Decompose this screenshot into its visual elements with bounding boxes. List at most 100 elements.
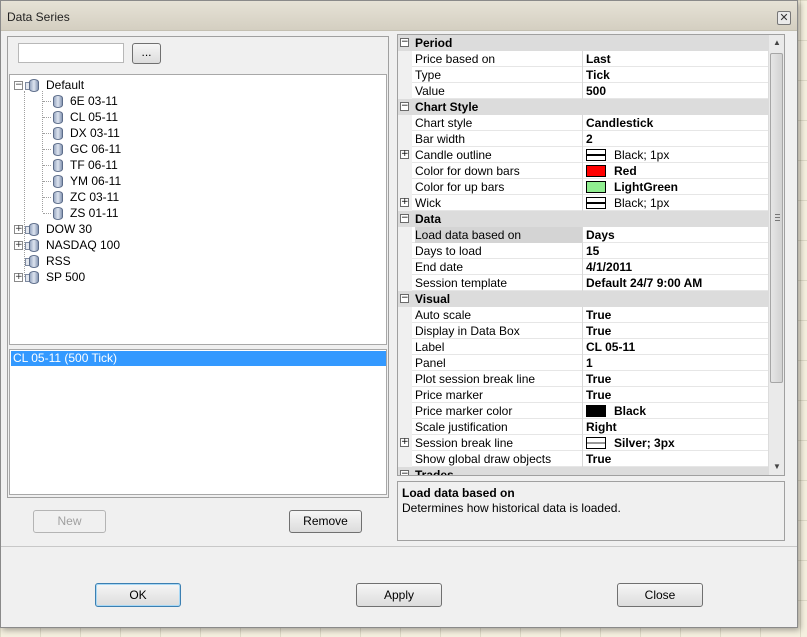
tree-node-dow-30[interactable]: + DOW 30 (14, 221, 92, 237)
property-value[interactable]: True (586, 451, 768, 467)
property-value[interactable]: Tick (586, 67, 768, 83)
category-label: Visual (415, 292, 451, 306)
property-row[interactable]: Show global draw objects True (398, 451, 768, 467)
tree-node-6e[interactable]: 6E 03-11 (43, 93, 118, 109)
property-row[interactable]: Plot session break line True (398, 371, 768, 387)
property-value[interactable]: 4/1/2011 (586, 259, 768, 275)
property-value[interactable]: Days (586, 227, 768, 243)
tree-node-cl[interactable]: CL 05-11 (43, 109, 119, 125)
property-row[interactable]: Price based on Last (398, 51, 768, 67)
close-icon[interactable]: ✕ (777, 11, 791, 25)
instrument-icon (52, 126, 64, 140)
new-button[interactable]: New (33, 510, 106, 533)
property-row[interactable]: Bar width 2 (398, 131, 768, 147)
collapse-icon[interactable]: − (400, 470, 409, 475)
instrument-search-input[interactable] (18, 43, 124, 63)
expand-icon[interactable]: + (400, 150, 409, 159)
property-row-selected[interactable]: Load data based on Days (398, 227, 768, 243)
property-value[interactable]: True (586, 371, 768, 387)
property-row[interactable]: Panel 1 (398, 355, 768, 371)
property-row[interactable]: Price marker color Black (398, 403, 768, 419)
tree-node-label: CL 05-11 (70, 110, 119, 124)
property-row[interactable]: Price marker True (398, 387, 768, 403)
tree-node-rss[interactable]: RSS (25, 253, 71, 269)
property-value[interactable]: Default 24/7 9:00 AM (586, 275, 768, 291)
property-row[interactable]: Session template Default 24/7 9:00 AM (398, 275, 768, 291)
tree-node-ym[interactable]: YM 06-11 (43, 173, 121, 189)
expand-icon[interactable]: + (14, 240, 23, 250)
remove-button[interactable]: Remove (289, 510, 362, 533)
apply-button[interactable]: Apply (356, 583, 442, 607)
property-row[interactable]: Auto scale True (398, 307, 768, 323)
property-grid: − Period Price based on Last Type Tick Valu… (397, 34, 785, 476)
property-value[interactable]: 500 (586, 83, 768, 99)
tree-node-dx[interactable]: DX 03-11 (43, 125, 120, 141)
property-value[interactable]: Silver; 3px (586, 435, 768, 451)
tree-node-zc[interactable]: ZC 03-11 (43, 189, 119, 205)
instrument-icon (52, 206, 64, 220)
property-value[interactable]: Black (586, 403, 768, 419)
tree-node-nasdaq-100[interactable]: + NASDAQ 100 (14, 237, 120, 253)
category-period[interactable]: − Period (398, 35, 768, 51)
close-button[interactable]: Close (617, 583, 703, 607)
property-value[interactable]: CL 05-11 (586, 339, 768, 355)
scroll-up-icon[interactable]: ▲ (769, 35, 784, 51)
property-value[interactable]: 15 (586, 243, 768, 259)
tree-node-sp-500[interactable]: + SP 500 (14, 269, 85, 285)
property-value[interactable]: Last (586, 51, 768, 67)
property-value[interactable]: Right (586, 419, 768, 435)
series-list-item[interactable]: CL 05-11 (500 Tick) (11, 351, 386, 366)
tree-node-label: GC 06-11 (70, 142, 122, 156)
title-bar: Data Series ✕ (1, 1, 797, 31)
tree-node-tf[interactable]: TF 06-11 (43, 157, 118, 173)
scroll-thumb[interactable] (770, 53, 783, 383)
property-value[interactable]: Black; 1px (586, 147, 768, 163)
category-chart-style[interactable]: − Chart Style (398, 99, 768, 115)
browse-button[interactable]: ... (132, 43, 161, 64)
property-value[interactable]: 2 (586, 131, 768, 147)
tree-node-label: NASDAQ 100 (46, 238, 121, 252)
category-data[interactable]: − Data (398, 211, 768, 227)
expand-icon[interactable]: + (400, 198, 409, 207)
property-grid-scrollbar[interactable]: ▲ ▼ (768, 35, 784, 475)
tree-node-gc[interactable]: GC 06-11 (43, 141, 122, 157)
property-row[interactable]: Color for down bars Red (398, 163, 768, 179)
property-row[interactable]: + Session break line Silver; 3px (398, 435, 768, 451)
property-row[interactable]: Scale justification Right (398, 419, 768, 435)
collapse-icon[interactable]: − (400, 38, 409, 47)
property-value[interactable]: True (586, 323, 768, 339)
property-value[interactable]: Black; 1px (586, 195, 768, 211)
property-row[interactable]: + Wick Black; 1px (398, 195, 768, 211)
line-style-swatch (586, 197, 606, 209)
property-row[interactable]: End date 4/1/2011 (398, 259, 768, 275)
tree-node-zs[interactable]: ZS 01-11 (43, 205, 118, 221)
collapse-icon[interactable]: − (400, 214, 409, 223)
property-value[interactable]: Candlestick (586, 115, 768, 131)
instrument-icon (52, 110, 64, 124)
property-value[interactable]: 1 (586, 355, 768, 371)
property-row[interactable]: Display in Data Box True (398, 323, 768, 339)
property-row[interactable]: Value 500 (398, 83, 768, 99)
category-trades[interactable]: − Trades (398, 467, 768, 475)
property-value[interactable]: LightGreen (586, 179, 768, 195)
collapse-icon[interactable]: − (14, 80, 23, 90)
data-series-dialog: Data Series ✕ ... − Default 6E 03-11 CL … (0, 0, 798, 628)
property-row[interactable]: Label CL 05-11 (398, 339, 768, 355)
ok-button[interactable]: OK (95, 583, 181, 607)
collapse-icon[interactable]: − (400, 294, 409, 303)
property-row[interactable]: Color for up bars LightGreen (398, 179, 768, 195)
property-row[interactable]: + Candle outline Black; 1px (398, 147, 768, 163)
property-row[interactable]: Type Tick (398, 67, 768, 83)
expand-icon[interactable]: + (400, 438, 409, 447)
expand-icon[interactable]: + (14, 224, 23, 234)
property-row[interactable]: Chart style Candlestick (398, 115, 768, 131)
property-row[interactable]: Days to load 15 (398, 243, 768, 259)
property-value[interactable]: Red (586, 163, 768, 179)
category-visual[interactable]: − Visual (398, 291, 768, 307)
collapse-icon[interactable]: − (400, 102, 409, 111)
property-value[interactable]: True (586, 307, 768, 323)
expand-icon[interactable]: + (14, 272, 23, 282)
scroll-down-icon[interactable]: ▼ (769, 459, 784, 475)
tree-node-default[interactable]: − Default (14, 77, 84, 93)
property-value[interactable]: True (586, 387, 768, 403)
